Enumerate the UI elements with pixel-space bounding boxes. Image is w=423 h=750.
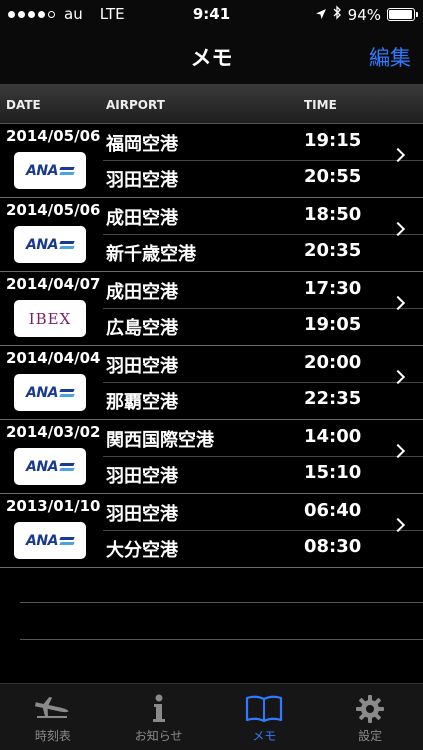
row-inner-separator — [103, 530, 423, 531]
airline-logo-text: ANA — [26, 162, 58, 179]
airline-logo: ANA — [14, 522, 86, 559]
airline-logo-text: IBEX — [28, 309, 72, 328]
flight-date: 2014/05/06 — [6, 127, 101, 145]
battery-fill — [389, 10, 412, 19]
airline-logo-text: ANA — [26, 532, 58, 549]
airline-logo: ANA — [14, 152, 86, 189]
tab-label: 設定 — [358, 729, 383, 743]
navigation-bar: メモ 編集 — [0, 28, 423, 84]
flight-row[interactable]: 2014/03/02 ANA 関西国際空港 羽田空港 14:00 15:10 — [0, 420, 423, 494]
tab-bar: 時刻表 お知らせ メモ 設定 — [0, 683, 423, 750]
row-inner-separator — [103, 160, 423, 161]
departure-airport: 羽田空港 — [106, 356, 178, 377]
column-header: DATE AIRPORT TIME — [0, 84, 423, 124]
ana-logo: ANA — [26, 237, 74, 253]
empty-row-separator — [20, 639, 423, 640]
flight-row[interactable]: 2013/01/10 ANA 羽田空港 大分空港 06:40 08:30 — [0, 494, 423, 568]
departure-airport: 羽田空港 — [106, 504, 178, 525]
flight-row[interactable]: 2014/04/04 ANA 羽田空港 那覇空港 20:00 22:35 — [0, 346, 423, 420]
departure-airport: 福岡空港 — [106, 134, 178, 155]
row-inner-separator — [103, 456, 423, 457]
arrival-time: 22:35 — [304, 388, 362, 409]
bluetooth-icon — [333, 5, 342, 24]
airline-logo: ANA — [14, 374, 86, 411]
airline-logo-text: ANA — [26, 236, 58, 253]
row-inner-separator — [103, 382, 423, 383]
arrival-time: 20:35 — [304, 240, 362, 261]
page-title: メモ — [190, 46, 233, 70]
tab-label: メモ — [252, 729, 277, 743]
battery-percent: 94% — [347, 5, 381, 24]
arrival-airport: 大分空港 — [106, 540, 178, 561]
gear-icon — [355, 694, 385, 728]
airline-logo: ANA — [14, 448, 86, 485]
arrival-airport: 那覇空港 — [106, 392, 178, 413]
airport-column-header: AIRPORT — [106, 98, 165, 112]
departure-time: 06:40 — [304, 500, 362, 521]
flight-row[interactable]: 2014/04/07 IBEX 成田空港 広島空港 17:30 19:05 — [0, 272, 423, 346]
time-column-header: TIME — [304, 98, 337, 112]
departure-time: 14:00 — [304, 426, 362, 447]
arrival-airport: 羽田空港 — [106, 170, 178, 191]
flight-date: 2013/01/10 — [6, 497, 101, 515]
airplane-icon — [33, 694, 73, 724]
tab-label: 時刻表 — [34, 729, 71, 743]
departure-time: 18:50 — [304, 204, 362, 225]
flight-row[interactable]: 2014/05/06 ANA 福岡空港 羽田空港 19:15 20:55 — [0, 124, 423, 198]
airline-logo-text: ANA — [26, 458, 58, 475]
departure-time: 19:15 — [304, 130, 362, 151]
empty-row-separator — [20, 602, 423, 603]
departure-time: 20:00 — [304, 352, 362, 373]
airline-logo: IBEX — [14, 300, 86, 337]
arrival-time: 08:30 — [304, 536, 362, 557]
arrival-airport: 新千歳空港 — [106, 244, 196, 265]
arrival-airport: 広島空港 — [106, 318, 178, 339]
tab-settings[interactable]: 設定 — [317, 684, 423, 750]
tab-news[interactable]: お知らせ — [106, 684, 212, 750]
status-right: 94% — [315, 5, 418, 24]
ana-logo: ANA — [26, 163, 74, 179]
date-column-header: DATE — [6, 98, 41, 112]
ana-stripe-mark — [60, 166, 74, 176]
flight-date: 2014/04/04 — [6, 349, 101, 367]
flight-list: 2014/05/06 ANA 福岡空港 羽田空港 19:15 20:55 201… — [0, 124, 423, 568]
ana-logo: ANA — [26, 533, 74, 549]
departure-time: 17:30 — [304, 278, 362, 299]
ana-logo: ANA — [26, 385, 74, 401]
tab-memo[interactable]: メモ — [212, 684, 318, 750]
edit-button[interactable]: 編集 — [369, 42, 411, 72]
airline-logo-text: ANA — [26, 384, 58, 401]
location-icon — [315, 6, 327, 24]
ana-stripe-mark — [60, 388, 74, 398]
flight-date: 2014/03/02 — [6, 423, 101, 441]
flight-row[interactable]: 2014/05/06 ANA 成田空港 新千歳空港 18:50 20:35 — [0, 198, 423, 272]
tab-label: お知らせ — [134, 729, 183, 743]
flight-date: 2014/04/07 — [6, 275, 101, 293]
ana-logo: ANA — [26, 459, 74, 475]
ana-stripe-mark — [60, 240, 74, 250]
flight-date: 2014/05/06 — [6, 201, 101, 219]
arrival-time: 19:05 — [304, 314, 362, 335]
battery-icon — [387, 8, 418, 21]
departure-airport: 関西国際空港 — [106, 430, 214, 451]
info-icon — [149, 694, 169, 728]
tab-timetable[interactable]: 時刻表 — [0, 684, 106, 750]
arrival-airport: 羽田空港 — [106, 466, 178, 487]
ana-stripe-mark — [60, 536, 74, 546]
departure-airport: 成田空港 — [106, 282, 178, 303]
arrival-time: 20:55 — [304, 166, 362, 187]
departure-airport: 成田空港 — [106, 208, 178, 229]
arrival-time: 15:10 — [304, 462, 362, 483]
row-inner-separator — [103, 308, 423, 309]
status-bar: au LTE 9:41 94% — [0, 0, 423, 28]
row-inner-separator — [103, 234, 423, 235]
ana-stripe-mark — [60, 462, 74, 472]
airline-logo: ANA — [14, 226, 86, 263]
book-icon — [244, 694, 284, 728]
